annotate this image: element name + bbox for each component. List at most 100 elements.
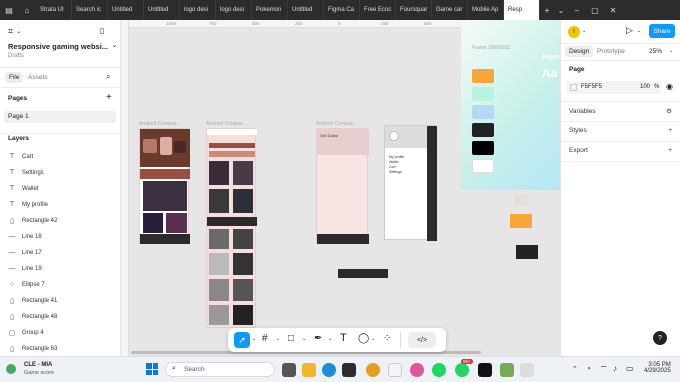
layer-item[interactable]: — Line 18 [8,233,42,240]
layer-item[interactable]: ○ Ellipse 7 [8,281,45,288]
browser-tab[interactable]: logo desi [180,0,216,20]
color-swatch[interactable] [472,105,494,119]
browser-tab[interactable]: Search ic [72,0,108,20]
tab-design[interactable]: Design [565,46,594,57]
spotify-icon[interactable] [432,363,446,377]
browser-tab[interactable]: Resp [504,0,540,20]
layer-item[interactable]: T Settings [8,169,44,176]
browser-tab[interactable]: Strata UI [36,0,72,20]
sidebar-toggle-icon[interactable]: ▯ [100,26,104,35]
search-icon[interactable]: ⌕ [106,72,110,82]
color-swatch[interactable] [472,141,494,155]
color-swatch[interactable] [472,69,494,83]
phone-frame-3[interactable]: Get Dollar [316,128,369,244]
volume-icon[interactable]: ♪ [613,364,617,373]
chevron-down-icon[interactable]: ⌄ [637,28,641,34]
notification-icon[interactable]: ◔ [586,364,591,373]
chevron-down-icon[interactable]: ⌄ [371,336,375,342]
add-icon[interactable]: + [668,127,672,134]
tab-assets[interactable]: Assets [28,74,48,81]
zoom-level[interactable]: 25% [649,48,662,55]
add-icon[interactable]: + [668,147,672,154]
design-canvas[interactable]: 100075050025002505007501000 Android Comp… [121,20,560,356]
clock[interactable]: 3:05 PM 4/29/2025 [644,362,671,374]
weather-icon[interactable] [6,364,16,374]
swatch-small[interactable] [510,214,532,228]
file-explorer-icon[interactable] [302,363,316,377]
browser-tab[interactable]: Pokemon [252,0,288,20]
background-color-field[interactable]: F5F5F5 100 % [566,81,661,94]
layer-item[interactable]: — Line 19 [8,265,42,272]
battery-icon[interactable]: ▭ [626,364,634,373]
phone-frame-2[interactable] [206,128,257,328]
layer-item[interactable]: — Line 17 [8,249,42,256]
app-icon[interactable] [500,363,514,377]
figma-app-icon[interactable] [410,363,424,377]
chrome-icon[interactable] [366,363,380,377]
start-icon[interactable] [146,363,158,375]
menu-icon[interactable]: ▤ [0,0,18,20]
main-menu-button[interactable]: ⌗ ⌄ [8,26,21,37]
chevron-up-icon[interactable]: ⌃ [572,365,578,373]
color-swatch[interactable] [472,159,494,173]
avatar[interactable]: I [568,26,580,38]
browser-tab[interactable]: Untitled [144,0,180,20]
layer-item[interactable]: ▯ Rectangle 41 [8,297,57,305]
page-item[interactable]: Page 1 [4,111,116,123]
wifi-icon[interactable]: ⌔ [600,364,608,374]
color-swatch[interactable] [472,123,494,137]
file-name[interactable]: Responsive gaming websi... ⌄ [8,42,117,51]
browser-tab[interactable]: Figma Ca [324,0,360,20]
chevron-down-icon[interactable]: ⌄ [669,48,673,54]
layer-item[interactable]: T My profile [8,201,48,208]
export-section[interactable]: Export + [569,147,672,154]
chevron-down-icon[interactable]: ⌄ [554,0,568,20]
color-hex[interactable]: F5F5F5 [581,84,602,90]
help-button[interactable]: ? [653,331,667,345]
chevron-down-icon[interactable]: ⌄ [302,336,306,342]
share-button[interactable]: Share [649,24,675,38]
styles-section[interactable]: Styles + [569,127,672,134]
play-icon[interactable]: ▷ [626,25,633,36]
home-icon[interactable]: ⌂ [18,0,36,20]
dev-mode-icon[interactable]: </> [408,332,436,348]
phone-frame-4[interactable]: My profile Wallet Cart Settings [384,125,437,241]
opacity-value[interactable]: 100 [640,84,650,90]
chevron-down-icon[interactable]: ⌄ [328,336,332,342]
color-swatch[interactable] [570,84,577,91]
add-page-icon[interactable]: + [106,92,112,103]
browser-tab[interactable]: Game car [432,0,468,20]
tab-prototype[interactable]: Prototype [597,48,625,55]
components-tool-icon[interactable]: ⁘ [383,333,391,344]
layer-item[interactable]: ▯ Rectangle 48 [8,313,57,321]
adjust-icon[interactable]: ⚙ [666,107,672,115]
layer-item[interactable]: ▢ Group 4 [8,329,44,337]
app-icon[interactable] [520,363,534,377]
layer-item[interactable]: T Cart [8,153,33,160]
frame-label[interactable]: Android Compac... [206,121,247,127]
browser-tab[interactable]: Free Ecoc [360,0,396,20]
color-swatch[interactable] [472,87,494,101]
new-tab-icon[interactable]: + [540,0,554,20]
frame-label[interactable]: Android Compac... [139,121,180,127]
nav-bar-component[interactable] [338,269,388,278]
taskbar-search[interactable]: ⌕ Search [165,362,275,377]
chevron-down-icon[interactable]: ⌄ [252,336,256,342]
phone-frame-1[interactable] [139,128,190,244]
chevron-down-icon[interactable]: ⌄ [276,336,280,342]
close-icon[interactable]: ✕ [604,0,622,20]
weather-title[interactable]: CLE - MIA [24,362,52,368]
frame-label[interactable]: Frame 10000033 [472,45,510,51]
browser-tab[interactable]: Mobile Ap [468,0,504,20]
variables-section[interactable]: Variables ⚙ [569,107,672,116]
weather-subtitle[interactable]: Game score [24,370,54,376]
rectangle-tool-icon[interactable]: □ [288,333,294,344]
move-tool-icon[interactable]: ➚ [234,332,250,348]
whatsapp-icon[interactable] [455,363,469,377]
browser-tab[interactable]: Untitled [288,0,324,20]
tab-file[interactable]: File [5,72,24,83]
pen-tool-icon[interactable]: ✒ [314,333,322,344]
app-icon[interactable] [478,363,492,377]
eye-icon[interactable]: ◉ [666,82,673,91]
store-icon[interactable] [342,363,356,377]
